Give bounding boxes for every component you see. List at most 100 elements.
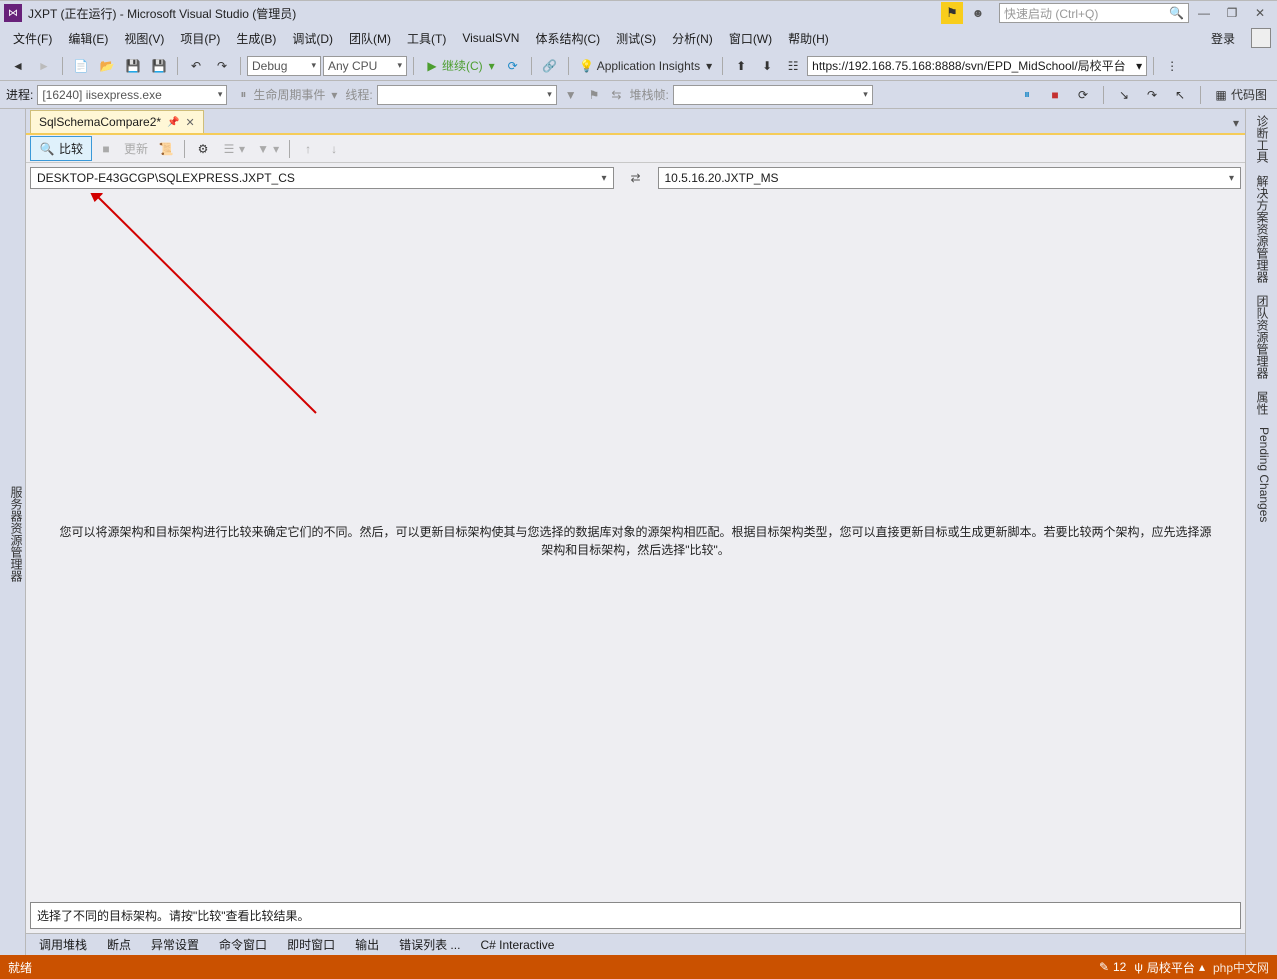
platform-dropdown[interactable]: Any CPU▾ [323, 56, 407, 76]
menu-file[interactable]: 文件(F) [6, 27, 59, 50]
nav-back-button[interactable]: ◄ [6, 55, 30, 77]
stop-debug-button[interactable]: ■ [1043, 84, 1067, 106]
window-title: JXPT (正在运行) - Microsoft Visual Studio (管… [28, 5, 296, 22]
document-tab-strip: SqlSchemaCompare2* 📌 ✕ ▾ [26, 109, 1245, 135]
filter-button: ▼▾ [251, 138, 283, 160]
code-map-button[interactable]: ▦代码图 [1209, 84, 1271, 106]
svn-update-button[interactable]: ⬇ [755, 55, 779, 77]
process-dropdown[interactable]: [16240] iisexpress.exe▾ [37, 85, 227, 105]
stop-compare-button: ■ [94, 138, 118, 160]
tab-exceptions[interactable]: 异常设置 [142, 933, 208, 956]
tab-error-list[interactable]: 错误列表 ... [390, 933, 469, 956]
compare-icon: 🔍 [39, 141, 55, 157]
schema-compare-toolbar: 🔍 比较 ■ 更新 📜 ⚙ ☰▾ ▼▾ ↑ ↓ [26, 135, 1245, 163]
notification-flag-icon[interactable]: ⚑ [941, 2, 963, 24]
menu-test[interactable]: 测试(S) [609, 27, 663, 50]
lifecycle-events-button[interactable]: ⏸生命周期事件▾ [231, 84, 341, 106]
open-file-button[interactable]: 📂 [95, 55, 119, 77]
main-column: SqlSchemaCompare2* 📌 ✕ ▾ 🔍 比较 ■ 更新 📜 ⚙ ☰… [26, 109, 1245, 955]
toolbar-overflow-icon[interactable]: ⋮ [1160, 55, 1184, 77]
menu-tools[interactable]: 工具(T) [400, 27, 453, 50]
avatar-icon[interactable] [1251, 28, 1271, 48]
app-insights-button[interactable]: 💡Application Insights▾ [575, 55, 716, 77]
title-bar: ⋈ JXPT (正在运行) - Microsoft Visual Studio … [0, 0, 1277, 25]
redo-button[interactable]: ↷ [210, 55, 234, 77]
thread-dropdown[interactable]: ▾ [377, 85, 557, 105]
close-button[interactable]: ✕ [1247, 2, 1273, 24]
show-threads-icon[interactable]: ⇆ [607, 84, 625, 106]
quick-launch-input[interactable]: 快速启动 (Ctrl+Q) 🔍 [999, 3, 1189, 23]
tab-output[interactable]: 输出 [346, 933, 388, 956]
server-explorer-tab[interactable]: 服务器资源管理器 [8, 113, 25, 955]
doc-tab-label: SqlSchemaCompare2* [39, 115, 161, 129]
doc-tab-sqlschemacompare[interactable]: SqlSchemaCompare2* 📌 ✕ [30, 110, 204, 133]
tab-csharp-interactive[interactable]: C# Interactive [471, 935, 563, 955]
menu-help[interactable]: 帮助(H) [781, 27, 836, 50]
vs-logo-icon: ⋈ [4, 4, 22, 22]
result-message: 选择了不同的目标架构。请按"比较"查看比较结果。 [30, 902, 1241, 929]
filter-icon[interactable]: ▼ [561, 84, 581, 106]
browser-link-button[interactable]: 🔗 [538, 55, 562, 77]
refresh-button[interactable]: ⟳ [501, 55, 525, 77]
body-area: 服务器资源管理器 SqlSchemaCompare2* 📌 ✕ ▾ 🔍 比较 ■… [0, 109, 1277, 955]
step-over-button[interactable]: ↷ [1140, 84, 1164, 106]
search-icon: 🔍 [1169, 6, 1184, 20]
menu-window[interactable]: 窗口(W) [722, 27, 779, 50]
minimize-button[interactable]: — [1191, 2, 1217, 24]
left-dock: 服务器资源管理器 [0, 109, 26, 955]
branch-indicator[interactable]: ψ 局校平台 ▴ [1134, 959, 1205, 976]
tab-scroll-icon[interactable]: ▾ [1227, 113, 1245, 133]
compare-canvas: 您可以将源架构和目标架构进行比较来确定它们的不同。然后，可以更新目标架构使其与您… [26, 193, 1245, 933]
config-dropdown[interactable]: Debug▾ [247, 56, 321, 76]
menu-edit[interactable]: 编辑(E) [61, 27, 115, 50]
svn-commit-button[interactable]: ⬆ [729, 55, 753, 77]
menu-debug[interactable]: 调试(D) [285, 27, 340, 50]
pending-changes-count[interactable]: ✎ 12 [1099, 960, 1126, 974]
continue-button[interactable]: ▶继续(C)▾ [420, 55, 499, 77]
properties-tab[interactable]: 属性 [1246, 385, 1277, 421]
process-label: 进程: [6, 86, 33, 103]
tab-immediate[interactable]: 即时窗口 [278, 933, 344, 956]
maximize-button[interactable]: ❐ [1219, 2, 1245, 24]
undo-button[interactable]: ↶ [184, 55, 208, 77]
diagnostics-tools-tab[interactable]: 诊断工具 [1246, 109, 1277, 169]
status-ready: 就绪 [8, 959, 32, 976]
tab-callstack[interactable]: 调用堆栈 [30, 933, 96, 956]
menu-team[interactable]: 团队(M) [342, 27, 398, 50]
svn-log-button[interactable]: ☷ [781, 55, 805, 77]
menu-build[interactable]: 生成(B) [229, 27, 283, 50]
compare-button[interactable]: 🔍 比较 [30, 136, 92, 161]
group-button: ☰▾ [217, 138, 249, 160]
step-out-button[interactable]: ↖ [1168, 84, 1192, 106]
svn-url-input[interactable]: https://192.168.75.168:8888/svn/EPD_MidS… [807, 56, 1147, 76]
menu-bar: 文件(F) 编辑(E) 视图(V) 项目(P) 生成(B) 调试(D) 团队(M… [0, 25, 1277, 51]
solution-explorer-tab[interactable]: 解决方案资源管理器 [1246, 169, 1277, 289]
menu-architecture[interactable]: 体系结构(C) [528, 27, 607, 50]
pin-icon[interactable]: 📌 [167, 117, 179, 128]
new-project-button[interactable]: 📄 [69, 55, 93, 77]
stackframe-dropdown[interactable]: ▾ [673, 85, 873, 105]
swap-button[interactable]: ⇄ [624, 167, 648, 189]
menu-project[interactable]: 项目(P) [173, 27, 227, 50]
save-button[interactable]: 💾 [121, 55, 145, 77]
menu-visualsvn[interactable]: VisualSVN [455, 28, 526, 48]
prev-diff-button: ↑ [296, 138, 320, 160]
close-tab-icon[interactable]: ✕ [186, 116, 195, 129]
save-all-button[interactable]: 💾 [147, 55, 171, 77]
pause-button[interactable]: ⏸ [1015, 84, 1039, 106]
nav-forward-button[interactable]: ► [32, 55, 56, 77]
team-explorer-tab[interactable]: 团队资源管理器 [1246, 289, 1277, 385]
tab-breakpoints[interactable]: 断点 [98, 933, 140, 956]
menu-view[interactable]: 视图(V) [117, 27, 171, 50]
tab-command[interactable]: 命令窗口 [210, 933, 276, 956]
source-db-dropdown[interactable]: DESKTOP-E43GCGP\SQLEXPRESS.JXPT_CS▾ [30, 167, 614, 189]
pending-changes-tab[interactable]: Pending Changes [1246, 421, 1277, 528]
options-button[interactable]: ⚙ [191, 138, 215, 160]
flag-threads-icon[interactable]: ⚑ [585, 84, 604, 106]
login-link[interactable]: 登录 [1203, 27, 1243, 50]
menu-analyze[interactable]: 分析(N) [665, 27, 720, 50]
feedback-icon[interactable]: ☻ [965, 2, 991, 24]
restart-button[interactable]: ⟳ [1071, 84, 1095, 106]
step-into-button[interactable]: ↘ [1112, 84, 1136, 106]
target-db-dropdown[interactable]: 10.5.16.20.JXTP_MS▾ [658, 167, 1242, 189]
